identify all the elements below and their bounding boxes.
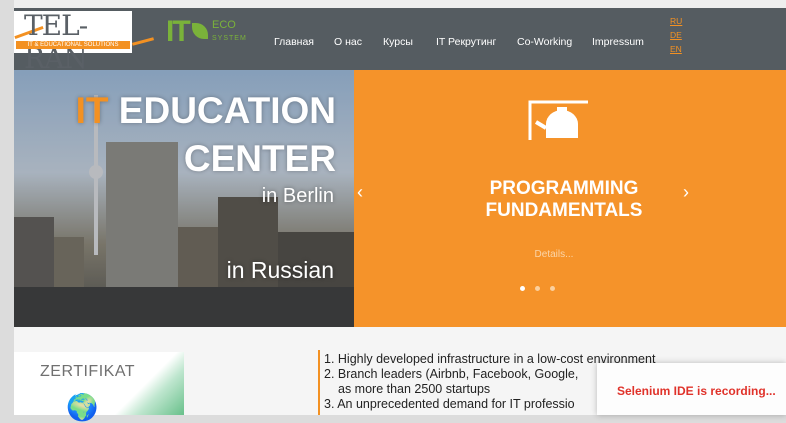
top-strip (14, 0, 786, 8)
hero-banner: IT EDUCATION CENTER in Berlin in Russian (14, 70, 354, 327)
slider-next-arrow[interactable]: › (683, 182, 689, 203)
globe-icon: 🌍 (66, 392, 99, 422)
slider-dot-3[interactable] (550, 286, 555, 291)
telran-logo-subtitle: IT & EDUCATIONAL SOLUTIONS (16, 41, 130, 49)
slide-title-line2: FUNDAMENTALS (485, 200, 643, 221)
hero-headline-line1: IT EDUCATION (76, 90, 336, 132)
hero-headline-line2: CENTER (183, 138, 336, 179)
selenium-recording-notice: Selenium IDE is recording... (597, 363, 786, 415)
eco-logo-sub: SYSTEM (212, 35, 247, 42)
list-accent-bar (318, 350, 320, 415)
headline-education: EDUCATION (118, 90, 336, 131)
kettle-icon (528, 98, 596, 148)
nav-home[interactable]: Главная (274, 36, 314, 48)
certificate-image: ZERTIFIKAT 🌍 (14, 352, 184, 422)
slider-dot-1[interactable] (520, 286, 525, 291)
nav-it-recruiting[interactable]: IT Рекрутинг (436, 36, 496, 48)
eco-logo-it: IT (166, 15, 191, 48)
it-ecosystem-logo[interactable]: IT ECO SYSTEM (166, 15, 254, 55)
slider-prev-arrow[interactable]: ‹ (357, 182, 363, 203)
eco-logo-word: ECO (212, 19, 236, 31)
telran-logo[interactable]: TEL-RAN IT & EDUCATIONAL SOLUTIONS (14, 9, 132, 75)
leaf-icon (192, 23, 208, 39)
headline-it: IT (75, 90, 109, 131)
details-link[interactable]: Details... (354, 249, 754, 260)
nav-courses[interactable]: Курсы (383, 36, 413, 48)
hero-subtitle-russian: in Russian (226, 257, 334, 283)
selenium-recording-label: Selenium IDE is recording... (617, 384, 776, 398)
hero-subtitle-berlin: in Berlin (261, 185, 334, 207)
nav-coworking[interactable]: Co-Working (517, 36, 572, 48)
nav-about[interactable]: О нас (334, 36, 362, 48)
logo-stripe (131, 37, 155, 46)
slide-title-line1: PROGRAMMING (489, 178, 639, 199)
lang-en[interactable]: EN (670, 44, 682, 54)
site-header: TEL-RAN IT & EDUCATIONAL SOLUTIONS IT EC… (14, 8, 786, 75)
page: TEL-RAN IT & EDUCATIONAL SOLUTIONS IT EC… (14, 0, 786, 422)
lang-ru[interactable]: RU (670, 16, 682, 26)
nav-impressum[interactable]: Impressum (592, 36, 644, 48)
course-slider[interactable]: PROGRAMMING FUNDAMENTALS Details... ‹ › (354, 70, 786, 327)
certificate-label: ZERTIFIKAT (40, 363, 136, 380)
lang-de[interactable]: DE (670, 30, 682, 40)
slider-dot-2[interactable] (535, 286, 540, 291)
